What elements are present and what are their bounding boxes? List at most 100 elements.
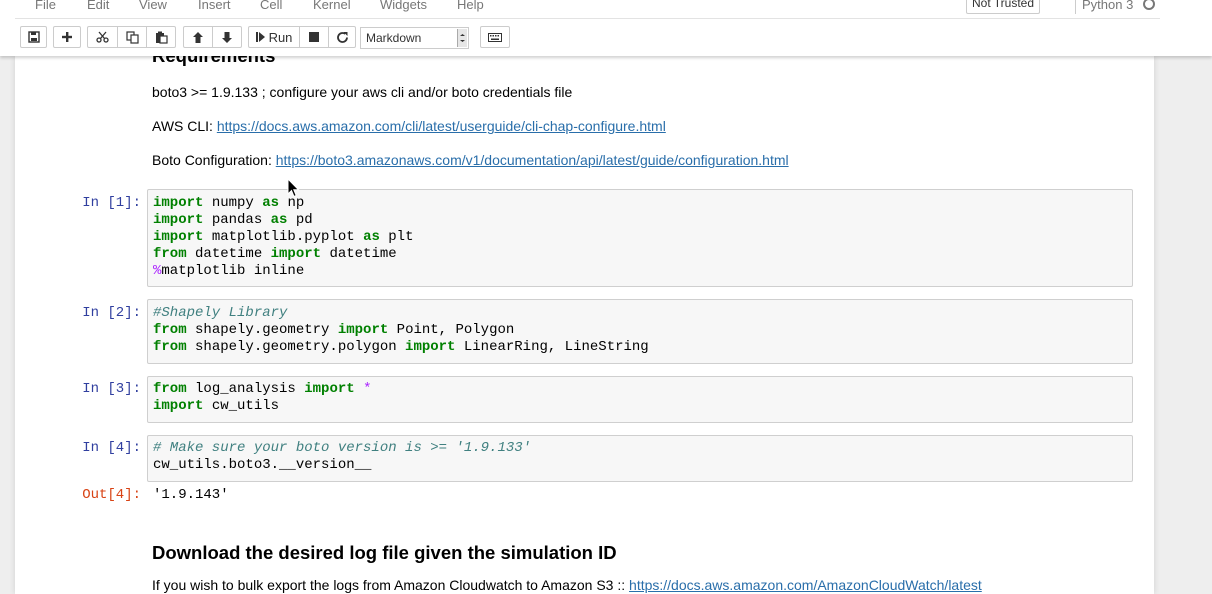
- cell-2-prompt: In [2]:: [82, 305, 141, 321]
- code-token: LinearRing, LineString: [455, 339, 649, 355]
- command-palette-button[interactable]: [480, 26, 510, 48]
- copy-icon: [125, 30, 139, 44]
- bulk-export-paragraph: If you wish to bulk export the logs from…: [152, 577, 982, 593]
- bulk-export-link[interactable]: https://docs.aws.amazon.com/AmazonCloudW…: [629, 577, 982, 593]
- code-token: from: [153, 381, 187, 397]
- cell-3-code: from log_analysis import * import cw_util…: [153, 381, 371, 415]
- boto-config-link[interactable]: https://boto3.amazonaws.com/v1/documenta…: [276, 152, 789, 168]
- code-token: pandas: [203, 212, 271, 228]
- menu-edit[interactable]: Edit: [87, 0, 109, 12]
- move-up-button[interactable]: [183, 26, 213, 48]
- code-line: #Shapely Library: [153, 305, 649, 322]
- code-token: import: [153, 212, 204, 228]
- kernel-name: Python 3: [1082, 0, 1134, 12]
- code-line: import matplotlib.pyplot as plt: [153, 229, 413, 246]
- interrupt-button[interactable]: [299, 26, 329, 48]
- bulk-export-text: If you wish to bulk export the logs from…: [152, 577, 630, 593]
- code-token: datetime: [321, 246, 397, 262]
- menu-file[interactable]: File: [35, 0, 56, 12]
- menu-kernel[interactable]: Kernel: [313, 0, 351, 12]
- paste-button[interactable]: [146, 26, 176, 48]
- cell-2-code: #Shapely Library from shapely.geometry im…: [153, 305, 649, 356]
- code-token: matplotlib.pyplot: [203, 229, 364, 245]
- code-line: from log_analysis import *: [153, 381, 371, 398]
- menu-widgets[interactable]: Widgets: [380, 0, 427, 12]
- code-token: shapely.geometry.polygon: [186, 339, 406, 355]
- restart-icon: [336, 31, 348, 43]
- code-token: as: [270, 212, 288, 228]
- code-token: datetime: [186, 246, 271, 262]
- code-token: from: [153, 339, 187, 355]
- save-button[interactable]: [20, 26, 47, 48]
- aws-cli-link[interactable]: https://docs.aws.amazon.com/cli/latest/u…: [217, 118, 666, 134]
- stop-icon: [309, 32, 319, 42]
- aws-cli-label: AWS CLI:: [152, 118, 217, 134]
- insert-cell-button[interactable]: [53, 26, 81, 48]
- chevron-down-icon: [457, 29, 467, 47]
- code-line: from shapely.geometry import Point, Poly…: [153, 322, 649, 339]
- kernel-status-icon: [1143, 0, 1155, 10]
- code-token: as: [363, 229, 380, 245]
- code-token: #Shapely Library: [153, 305, 288, 321]
- code-token: plt: [379, 229, 414, 245]
- code-line: %matplotlib inline: [153, 263, 413, 280]
- code-token: import: [153, 398, 204, 414]
- code-token: pd: [287, 212, 313, 228]
- mouse-cursor-icon: [287, 178, 300, 198]
- menu-help[interactable]: Help: [457, 0, 484, 12]
- code-token: cw_utils: [203, 398, 280, 414]
- cell-3-prompt: In [3]:: [82, 381, 141, 397]
- download-heading: Download the desired log file given the …: [152, 542, 617, 563]
- code-token: numpy: [203, 195, 263, 211]
- paste-icon: [155, 31, 168, 44]
- code-token: import: [270, 246, 322, 262]
- code-token: import: [304, 381, 355, 397]
- code-token: from: [153, 322, 187, 338]
- arrow-up-icon: [193, 31, 203, 43]
- run-label: Run: [268, 29, 293, 45]
- menu-cell[interactable]: Cell: [260, 0, 282, 12]
- run-button[interactable]: Run: [248, 26, 300, 48]
- restart-button[interactable]: [328, 26, 356, 48]
- menubar: File Edit View Insert Cell Kernel Widget…: [0, 0, 1212, 18]
- code-token: import: [337, 322, 389, 338]
- boto-config-paragraph: Boto Configuration: https://boto3.amazon…: [152, 152, 789, 168]
- code-line: from datetime import datetime: [153, 246, 413, 263]
- kernel-divider: [1075, 0, 1076, 14]
- aws-cli-paragraph: AWS CLI: https://docs.aws.amazon.com/cli…: [152, 118, 666, 134]
- cell-type-select[interactable]: Markdown: [360, 27, 469, 49]
- menu-insert[interactable]: Insert: [198, 0, 231, 12]
- code-token: *: [363, 381, 372, 397]
- code-token: log_analysis: [186, 381, 305, 397]
- cell-4-output-prompt: Out[4]:: [82, 487, 141, 503]
- notebook-header: File Edit View Insert Cell Kernel Widget…: [0, 0, 1212, 56]
- cut-icon: [96, 31, 109, 43]
- move-down-button[interactable]: [212, 26, 242, 48]
- code-token: cw_utils.boto3.__version__: [153, 457, 372, 473]
- not-trusted-badge[interactable]: Not Trusted: [966, 0, 1040, 14]
- menubar-divider: [15, 18, 1160, 19]
- code-token: Point, Polygon: [388, 322, 515, 338]
- cell-type-value: Markdown: [366, 31, 422, 45]
- plus-icon: [62, 32, 72, 42]
- code-line: import numpy as np: [153, 195, 413, 212]
- code-token: shapely.geometry: [186, 322, 338, 338]
- code-token: matplotlib inline: [161, 263, 305, 279]
- cut-button[interactable]: [87, 26, 118, 48]
- step-forward-icon: [255, 32, 265, 42]
- arrow-down-icon: [222, 31, 232, 43]
- code-token: # Make sure your boto version is >= '1.9…: [153, 440, 532, 456]
- code-token: from: [153, 246, 187, 262]
- cell-4-prompt: In [4]:: [82, 440, 141, 456]
- boto-config-label: Boto Configuration:: [152, 152, 276, 168]
- code-line: cw_utils.boto3.__version__: [153, 457, 531, 474]
- menu-view[interactable]: View: [139, 0, 167, 12]
- code-token: import: [153, 229, 204, 245]
- save-icon: [27, 31, 40, 43]
- code-token: import: [405, 339, 456, 355]
- copy-button[interactable]: [117, 26, 147, 48]
- boto-requirement-text: boto3 >= 1.9.133 ; configure your aws cl…: [152, 84, 573, 100]
- cell-4-code: # Make sure your boto version is >= '1.9…: [153, 440, 531, 474]
- cell-1-code: import numpy as np import pandas as pd imp…: [153, 195, 413, 280]
